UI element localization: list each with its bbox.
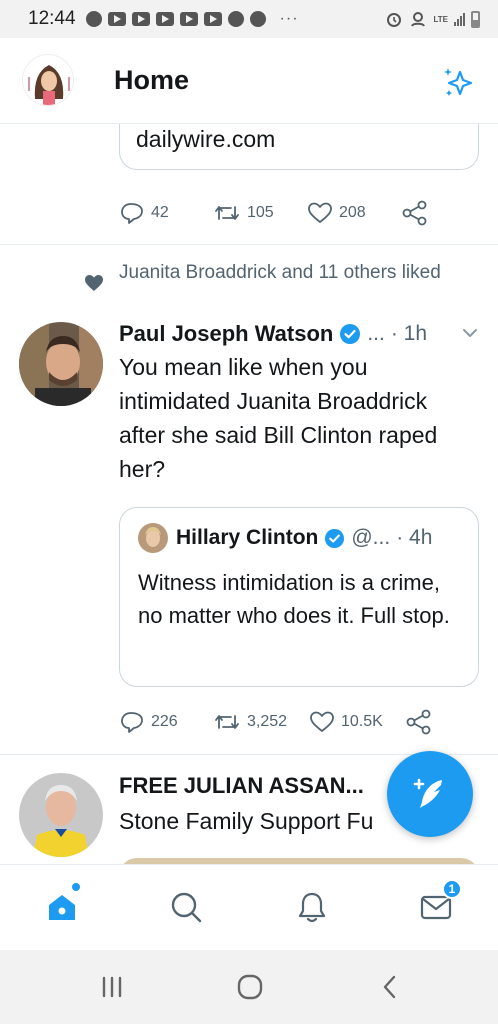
like-count: 208 xyxy=(339,204,366,221)
author-avatar[interactable] xyxy=(19,322,103,406)
verified-badge-icon xyxy=(325,528,345,548)
status-bar: 12:44 ··· LTE xyxy=(0,0,498,38)
nav-home[interactable] xyxy=(40,883,84,929)
social-context[interactable]: Juanita Broaddrick and 11 others liked xyxy=(119,258,459,287)
author-avatar-image xyxy=(19,773,103,857)
alarm-icon xyxy=(387,13,402,27)
bell-icon xyxy=(298,892,326,923)
lte-indicator: LTE xyxy=(433,14,448,24)
share-icon xyxy=(406,709,431,735)
heart-icon xyxy=(308,202,332,223)
youtube-icon xyxy=(179,12,198,26)
status-time: 12:44 xyxy=(28,8,76,29)
retweet-count: 105 xyxy=(247,204,274,221)
author-name[interactable]: FREE JULIAN ASSAN... xyxy=(119,773,364,799)
home-icon xyxy=(49,895,75,920)
recent-apps-icon xyxy=(102,976,122,998)
search-icon xyxy=(171,892,202,923)
battery-icon xyxy=(471,10,480,28)
home-system-button[interactable] xyxy=(232,972,268,1002)
reply-count: 226 xyxy=(151,713,178,730)
reply-button[interactable]: 226 xyxy=(119,710,213,734)
like-button[interactable]: 10.5K xyxy=(309,710,405,734)
recent-apps-button[interactable] xyxy=(94,972,130,1002)
tweet-actions: 226 3,252 10.5K xyxy=(119,709,433,735)
back-button[interactable] xyxy=(372,972,408,1002)
new-tweets-dot xyxy=(72,883,80,891)
quoted-author-handle: @... xyxy=(351,526,391,549)
youtube-icon xyxy=(203,12,222,26)
author-avatar[interactable] xyxy=(19,773,103,857)
chevron-down-icon[interactable] xyxy=(461,326,479,340)
author-avatar-image xyxy=(19,322,103,406)
page-title: Home xyxy=(114,65,190,95)
like-button[interactable]: 208 xyxy=(307,201,401,225)
back-icon xyxy=(383,975,396,999)
app-header: Home xyxy=(0,38,498,124)
at-icon xyxy=(85,11,102,27)
youtube-icon xyxy=(155,12,174,26)
tweet-actions: 42 105 208 xyxy=(119,200,429,226)
quoted-tweet[interactable]: Hillary Clinton @... · 4h Witness intimi… xyxy=(119,507,479,687)
system-navigation-bar xyxy=(0,950,498,1024)
reply-count: 42 xyxy=(151,204,169,221)
retweet-icon xyxy=(215,715,239,729)
retweet-icon xyxy=(215,206,239,220)
verified-badge-icon xyxy=(340,324,361,344)
sparkle-icon[interactable] xyxy=(440,64,476,100)
reply-icon xyxy=(121,712,143,733)
hotspot-icon xyxy=(411,12,426,27)
compose-tweet-button[interactable] xyxy=(387,751,473,837)
retweet-button[interactable]: 3,252 xyxy=(213,710,309,734)
share-button[interactable] xyxy=(401,200,429,226)
nav-notifications[interactable] xyxy=(290,885,334,929)
tweet-text: Stone Family Support Fu xyxy=(119,808,374,834)
tweet-header: Paul Joseph Watson ... · 1h xyxy=(119,318,479,350)
messages-badge: 1 xyxy=(442,879,462,899)
youtube-icon xyxy=(107,12,126,26)
share-icon xyxy=(402,200,427,226)
like-count: 10.5K xyxy=(341,713,383,730)
link-card[interactable]: dailywire.com xyxy=(119,124,479,170)
chrome-icon xyxy=(249,11,266,27)
author-name[interactable]: Paul Joseph Watson xyxy=(119,321,333,347)
quoted-author-name: Hillary Clinton xyxy=(176,526,319,549)
tweet-divider xyxy=(0,244,498,245)
quoted-tweet-time: · 4h xyxy=(396,526,433,549)
notification-icons: ··· xyxy=(85,10,299,28)
quoted-tweet-text: Witness intimidation is a crime, no matt… xyxy=(138,570,450,628)
profile-avatar-button[interactable] xyxy=(22,54,74,106)
reply-button[interactable]: 42 xyxy=(119,201,213,225)
compose-feather-icon xyxy=(413,778,442,808)
author-handle: ... xyxy=(367,322,385,345)
retweet-count: 3,252 xyxy=(247,713,288,730)
home-circle-icon xyxy=(237,974,263,1000)
retweet-button[interactable]: 105 xyxy=(213,201,307,225)
system-status: LTE xyxy=(385,10,480,28)
nav-search[interactable] xyxy=(164,885,208,929)
quoted-avatar-image xyxy=(138,523,168,553)
tweet-time: · 1h xyxy=(390,322,428,345)
heart-icon xyxy=(310,711,334,732)
liked-heart-icon xyxy=(85,275,103,291)
share-button[interactable] xyxy=(405,709,433,735)
reply-icon xyxy=(121,203,143,224)
quoted-tweet-header: Hillary Clinton @... · 4h xyxy=(138,522,468,554)
chrome-icon xyxy=(227,11,244,27)
signal-icon xyxy=(454,12,465,26)
timeline-feed[interactable]: dailywire.com 42 105 208 Juanita Broaddr… xyxy=(0,124,498,864)
profile-avatar-icon xyxy=(23,55,73,105)
bottom-navigation: 1 xyxy=(0,864,498,950)
link-card-domain: dailywire.com xyxy=(136,126,276,152)
youtube-icon xyxy=(131,12,150,26)
nav-messages[interactable]: 1 xyxy=(414,879,462,929)
more-notifications-icon: ··· xyxy=(279,10,299,27)
tweet-text: You mean like when you intimidated Juani… xyxy=(119,354,438,482)
quoted-author-avatar xyxy=(138,523,168,553)
